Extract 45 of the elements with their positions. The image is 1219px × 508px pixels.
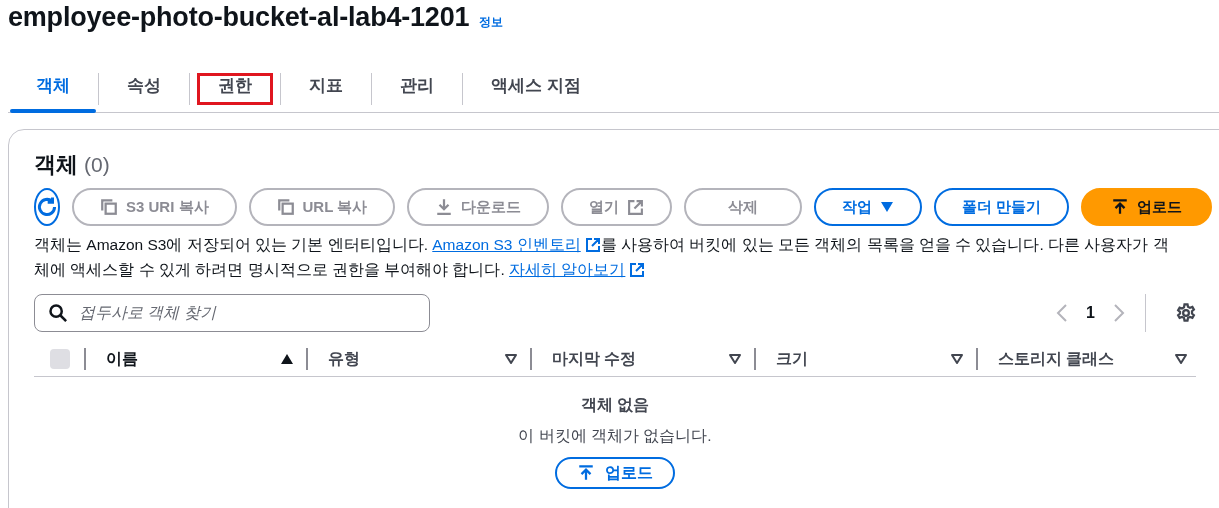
tab[interactable]: 객체 xyxy=(8,66,98,112)
action-button[interactable]: 폴더 만들기 xyxy=(934,188,1070,226)
column-header[interactable]: 마지막 수정 xyxy=(530,348,754,370)
settings-icon xyxy=(1176,303,1196,323)
empty-title: 객체 없음 xyxy=(580,395,650,415)
sort-icon xyxy=(728,353,742,365)
bucket-title: employee-photo-bucket-al-lab4-1201 xyxy=(8,2,470,33)
tab[interactable]: 관리 xyxy=(372,66,462,112)
tab[interactable]: 속성 xyxy=(99,66,189,112)
copy-icon xyxy=(100,198,118,216)
sort-icon xyxy=(950,353,964,365)
description-text: 객체는 Amazon S3에 저장되어 있는 기본 엔터티입니다. Amazon S3 인벤토리 를 사용하여 버킷에 있는 모든 객체의 목록을 얻을 수 있습니다. 다른 사용자가 객체에 액세스할 수 있게 하려면 명시적으로 권한을 부여해야 합니다. 자세히 알아보기 xyxy=(34,232,1174,282)
help-link[interactable]: 자세히 알아보기 xyxy=(509,257,646,282)
info-link[interactable]: 정보 xyxy=(479,14,504,31)
action-button[interactable]: 업로드 xyxy=(1081,188,1213,226)
tab[interactable]: 지표 xyxy=(281,66,371,112)
upload-icon xyxy=(577,464,595,482)
select-all-checkbox[interactable] xyxy=(50,349,70,369)
search-field[interactable]: 접두사로 객체 찾기 xyxy=(34,294,430,332)
external-link-icon xyxy=(584,236,601,253)
refresh-button[interactable] xyxy=(34,188,60,226)
copy-icon xyxy=(276,198,295,216)
upload-button[interactable]: 업로드 xyxy=(555,457,675,489)
help-link[interactable]: Amazon S3 인벤토리 xyxy=(432,232,601,257)
column-header[interactable]: 유형 xyxy=(306,348,530,370)
column-header[interactable]: 스토리지 클래스 xyxy=(976,348,1200,370)
panel-title: 객체 xyxy=(34,151,78,179)
upload-icon xyxy=(1111,198,1130,216)
search-icon xyxy=(48,303,68,323)
column-header[interactable]: 이름 xyxy=(84,348,306,370)
refresh-icon xyxy=(36,196,58,218)
action-button[interactable]: 작업 xyxy=(814,188,923,226)
sort-icon xyxy=(504,353,518,365)
tab[interactable]: 액세스 지점 xyxy=(463,66,609,112)
object-count: (0) xyxy=(84,153,110,177)
external-link-icon xyxy=(629,261,646,278)
sort-ascending-icon xyxy=(280,353,294,365)
download-icon xyxy=(435,198,454,216)
caret-icon xyxy=(880,201,895,213)
sort-icon xyxy=(1174,353,1188,365)
page-number[interactable]: 1 xyxy=(1086,304,1095,322)
external-link-icon xyxy=(627,198,645,216)
tab[interactable]: 권한 xyxy=(190,66,280,112)
column-header[interactable]: 크기 xyxy=(754,348,976,370)
empty-message: 이 버킷에 객체가 없습니다. xyxy=(518,426,712,446)
